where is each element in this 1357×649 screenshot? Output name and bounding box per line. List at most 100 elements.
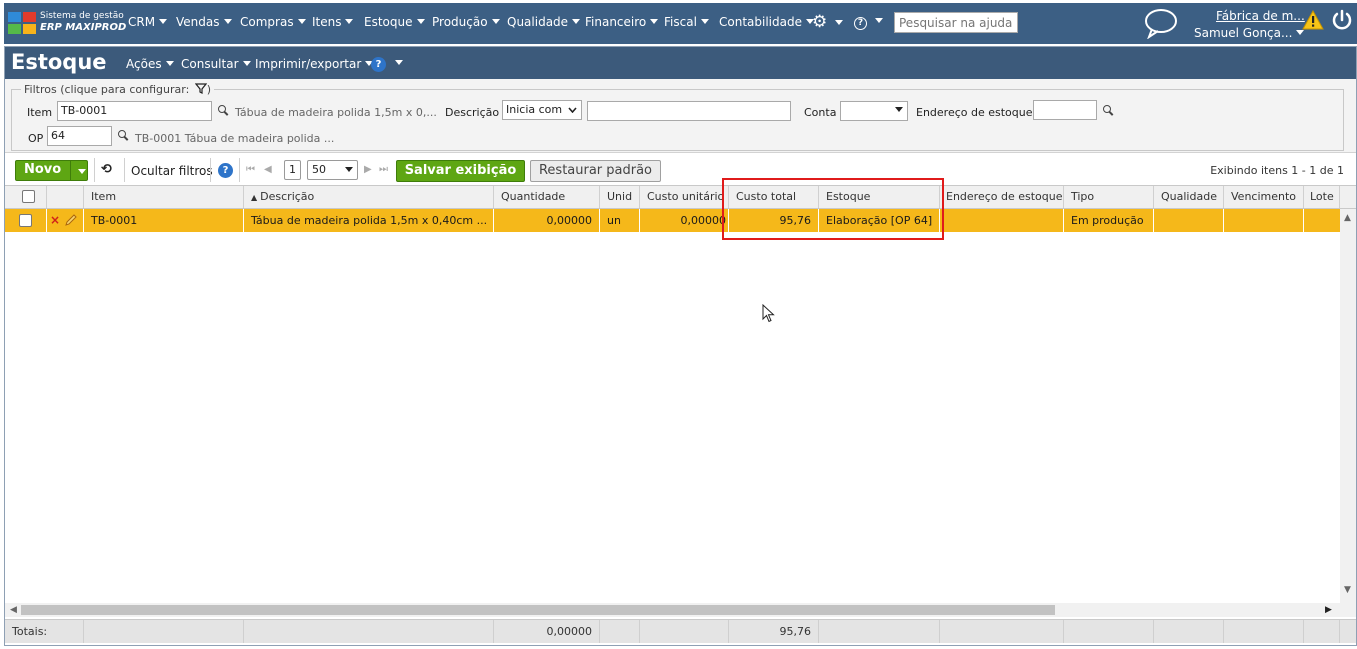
search-icon[interactable] bbox=[118, 130, 129, 141]
descricao-mode-select[interactable]: Inicia com bbox=[502, 100, 582, 120]
menu-compras[interactable]: Compras bbox=[240, 15, 306, 29]
menu-producao[interactable]: Produção bbox=[432, 15, 500, 29]
menu-vendas[interactable]: Vendas bbox=[176, 15, 232, 29]
scroll-left-icon[interactable]: ◀ bbox=[10, 605, 17, 615]
help-menu[interactable]: ? bbox=[854, 14, 883, 30]
caret-down-icon bbox=[491, 19, 500, 24]
search-icon[interactable] bbox=[218, 105, 229, 116]
menu-imprimir-exportar[interactable]: Imprimir/exportar bbox=[255, 57, 374, 71]
scroll-down-icon[interactable]: ▼ bbox=[1344, 585, 1351, 595]
totals-cell bbox=[244, 620, 494, 643]
caret-down-icon bbox=[165, 61, 174, 66]
menu-estoque[interactable]: Estoque bbox=[364, 15, 425, 29]
page-size-select[interactable]: 50 bbox=[307, 160, 358, 180]
row-actions-cell: × bbox=[47, 209, 84, 232]
help-icon: ? bbox=[371, 57, 386, 72]
select-all-header bbox=[5, 186, 47, 208]
horizontal-scroll-thumb[interactable] bbox=[21, 605, 1055, 615]
search-icon[interactable] bbox=[1103, 105, 1114, 116]
actions-header bbox=[47, 186, 84, 208]
grid-header: Item ▲ Descrição Quantidade Unid Custo un… bbox=[5, 185, 1356, 209]
menu-crm[interactable]: CRM bbox=[128, 15, 168, 29]
caret-down-icon[interactable] bbox=[78, 169, 86, 174]
scroll-up-icon[interactable]: ▲ bbox=[1344, 213, 1351, 223]
delete-icon[interactable]: × bbox=[50, 209, 60, 232]
horizontal-scrollbar[interactable]: ◀ ▶ bbox=[5, 603, 1340, 617]
descricao-filter-input[interactable] bbox=[587, 101, 791, 121]
brand-line-1: Sistema de gestão bbox=[40, 11, 124, 21]
column-header-item[interactable]: Item bbox=[84, 186, 244, 208]
endereco-filter-input[interactable] bbox=[1033, 100, 1097, 120]
page-help-menu[interactable]: ? bbox=[371, 56, 403, 72]
op-filter-input[interactable]: 64 bbox=[47, 126, 112, 146]
maxiprod-logo-icon[interactable] bbox=[8, 12, 37, 34]
restore-default-button[interactable]: Restaurar padrão bbox=[530, 160, 661, 182]
cell-qualidade bbox=[1154, 209, 1224, 232]
menu-fiscal[interactable]: Fiscal bbox=[664, 15, 709, 29]
column-header-custo-unitario[interactable]: Custo unitário bbox=[640, 186, 729, 208]
menu-contabilidade[interactable]: Contabilidade bbox=[719, 15, 814, 29]
next-page-icon[interactable]: ▶ bbox=[364, 164, 372, 175]
select-all-checkbox[interactable] bbox=[22, 190, 35, 203]
conta-filter-select[interactable] bbox=[840, 101, 908, 121]
totals-cell bbox=[1064, 620, 1154, 643]
totals-quantidade: 0,00000 bbox=[494, 620, 600, 643]
totals-cell bbox=[940, 620, 1064, 643]
help-icon[interactable]: ? bbox=[218, 163, 233, 178]
column-header-qualidade[interactable]: Qualidade bbox=[1154, 186, 1224, 208]
previous-page-icon[interactable]: ◀ bbox=[264, 164, 272, 175]
row-checkbox[interactable] bbox=[19, 214, 32, 227]
cell-descricao: Tábua de madeira polida 1,5m x 0,40cm ..… bbox=[244, 209, 494, 232]
last-page-icon[interactable]: ⏭ bbox=[379, 164, 388, 175]
caret-down-icon bbox=[1296, 30, 1305, 35]
filters-legend[interactable]: Filtros (clique para configurar: ) bbox=[21, 83, 215, 96]
funnel-icon[interactable] bbox=[194, 83, 208, 94]
chat-bubble-icon[interactable] bbox=[1143, 7, 1179, 39]
menu-label: Consultar bbox=[181, 57, 239, 71]
user-menu[interactable]: Samuel Gonça... bbox=[1194, 26, 1305, 40]
column-header-vencimento[interactable]: Vencimento bbox=[1224, 186, 1304, 208]
pencil-icon[interactable] bbox=[64, 214, 77, 227]
refresh-icon[interactable]: ⟲ bbox=[101, 162, 112, 177]
column-header-unid[interactable]: Unid bbox=[600, 186, 640, 208]
first-page-icon[interactable]: ⏮ bbox=[246, 164, 255, 175]
menu-financeiro[interactable]: Financeiro bbox=[585, 15, 659, 29]
column-header-quantidade[interactable]: Quantidade bbox=[494, 186, 600, 208]
totals-custo-total: 95,76 bbox=[729, 620, 819, 643]
cell-item: TB-0001 bbox=[84, 209, 244, 232]
settings-menu[interactable]: ⚙ bbox=[812, 12, 844, 32]
caret-down-icon bbox=[223, 19, 232, 24]
help-search-input[interactable] bbox=[894, 12, 1018, 33]
caret-down-icon bbox=[835, 20, 844, 25]
filters-legend-text: Filtros (clique para configurar: bbox=[24, 83, 190, 96]
column-header-descricao[interactable]: ▲ Descrição bbox=[244, 186, 494, 208]
warning-icon[interactable] bbox=[1302, 10, 1324, 30]
company-link[interactable]: Fábrica de m... bbox=[1216, 9, 1305, 23]
menu-acoes[interactable]: Ações bbox=[126, 57, 174, 71]
column-header-endereco[interactable]: Endereço de estoque bbox=[940, 186, 1064, 208]
hide-filters-button[interactable]: Ocultar filtros bbox=[131, 164, 213, 178]
menu-qualidade[interactable]: Qualidade bbox=[507, 15, 581, 29]
column-header-lote[interactable]: Lote bbox=[1304, 186, 1340, 208]
cell-lote bbox=[1304, 209, 1340, 232]
menu-consultar[interactable]: Consultar bbox=[181, 57, 251, 71]
cell-vencimento bbox=[1224, 209, 1304, 232]
menu-label: Compras bbox=[240, 15, 294, 29]
menu-label: Financeiro bbox=[585, 15, 647, 29]
row-select-cell bbox=[5, 209, 47, 232]
save-view-button[interactable]: Salvar exibição bbox=[396, 160, 525, 182]
column-header-tipo[interactable]: Tipo bbox=[1064, 186, 1154, 208]
column-header-label: Descrição bbox=[260, 190, 315, 203]
scroll-right-icon[interactable]: ▶ bbox=[1325, 605, 1332, 615]
menu-itens[interactable]: Itens bbox=[312, 15, 354, 29]
power-icon[interactable] bbox=[1331, 9, 1353, 31]
table-row[interactable]: × TB-0001 Tábua de madeira polida 1,5m x… bbox=[5, 209, 1340, 232]
page-number-input[interactable]: 1 bbox=[284, 160, 301, 180]
cell-endereco bbox=[940, 209, 1064, 232]
new-button[interactable]: Novo bbox=[15, 160, 88, 181]
item-filter-input[interactable]: TB-0001 bbox=[57, 101, 212, 121]
vertical-scrollbar[interactable]: ▲ ▼ bbox=[1340, 209, 1356, 617]
page-title: Estoque bbox=[11, 50, 107, 74]
totals-row: Totais: 0,00000 95,76 bbox=[5, 619, 1356, 643]
caret-down-icon bbox=[345, 167, 353, 172]
